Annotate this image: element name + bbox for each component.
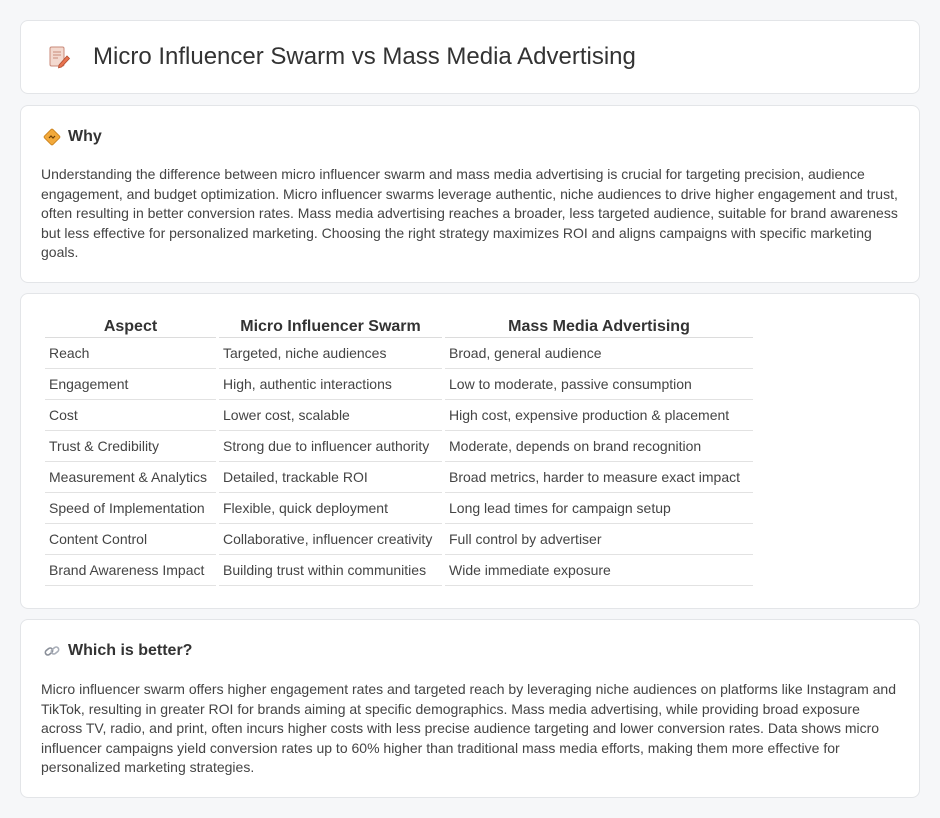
- better-paragraph: Micro influencer swarm offers higher eng…: [41, 681, 896, 775]
- table-cell: Trust & Credibility: [45, 431, 216, 462]
- table-cell: High cost, expensive production & placem…: [445, 400, 753, 431]
- table-cell: Wide immediate exposure: [445, 555, 753, 586]
- document-pencil-icon: [49, 46, 71, 69]
- table-cell: Cost: [45, 400, 216, 431]
- table-cell: Flexible, quick deployment: [219, 493, 442, 524]
- header-aspect: Aspect: [45, 316, 216, 338]
- better-heading: Which is better?: [43, 642, 192, 660]
- table-cell: Reach: [45, 338, 216, 369]
- header-mass-media: Mass Media Advertising: [445, 316, 753, 338]
- table-cell: Engagement: [45, 369, 216, 400]
- table-row: Measurement & Analytics Detailed, tracka…: [45, 462, 753, 493]
- table-cell: Broad metrics, harder to measure exact i…: [445, 462, 753, 493]
- table-cell: Long lead times for campaign setup: [445, 493, 753, 524]
- table-row: Speed of Implementation Flexible, quick …: [45, 493, 753, 524]
- page-title: Micro Influencer Swarm vs Mass Media Adv…: [93, 43, 636, 70]
- table-cell: Building trust within communities: [219, 555, 442, 586]
- table-cell: Lower cost, scalable: [219, 400, 442, 431]
- table-cell: Strong due to influencer authority: [219, 431, 442, 462]
- table-cell: High, authentic interactions: [219, 369, 442, 400]
- why-paragraph: Understanding the difference between mic…: [41, 166, 898, 260]
- table-cell: Low to moderate, passive consumption: [445, 369, 753, 400]
- comparison-table: Aspect Micro Influencer Swarm Mass Media…: [42, 316, 756, 586]
- table-cell: Collaborative, influencer creativity: [219, 524, 442, 555]
- header-micro-influencer: Micro Influencer Swarm: [219, 316, 442, 338]
- why-heading: Why: [43, 128, 102, 146]
- table-cell: Measurement & Analytics: [45, 462, 216, 493]
- table-cell: Speed of Implementation: [45, 493, 216, 524]
- table-cell: Broad, general audience: [445, 338, 753, 369]
- comparison-card: Aspect Micro Influencer Swarm Mass Media…: [20, 293, 920, 609]
- table-row: Reach Targeted, niche audiences Broad, g…: [45, 338, 753, 369]
- table-cell: Detailed, trackable ROI: [219, 462, 442, 493]
- table-cell: Moderate, depends on brand recognition: [445, 431, 753, 462]
- why-card: Why Understanding the difference between…: [20, 105, 920, 283]
- table-row: Brand Awareness Impact Building trust wi…: [45, 555, 753, 586]
- table-row: Engagement High, authentic interactions …: [45, 369, 753, 400]
- which-better-card: Which is better? Micro influencer swarm …: [20, 619, 920, 798]
- why-title: Why: [68, 128, 102, 145]
- table-cell: Full control by advertiser: [445, 524, 753, 555]
- title-row: Micro Influencer Swarm vs Mass Media Adv…: [47, 43, 636, 71]
- title-card: Micro Influencer Swarm vs Mass Media Adv…: [20, 20, 920, 94]
- link-icon: [44, 646, 60, 656]
- table-cell: Content Control: [45, 524, 216, 555]
- diamond-signpost-icon: [43, 128, 61, 146]
- table-header-row: Aspect Micro Influencer Swarm Mass Media…: [45, 316, 753, 338]
- table-row: Trust & Credibility Strong due to influe…: [45, 431, 753, 462]
- table-cell: Targeted, niche audiences: [219, 338, 442, 369]
- table-cell: Brand Awareness Impact: [45, 555, 216, 586]
- table-row: Content Control Collaborative, influence…: [45, 524, 753, 555]
- table-row: Cost Lower cost, scalable High cost, exp…: [45, 400, 753, 431]
- better-title: Which is better?: [68, 642, 193, 659]
